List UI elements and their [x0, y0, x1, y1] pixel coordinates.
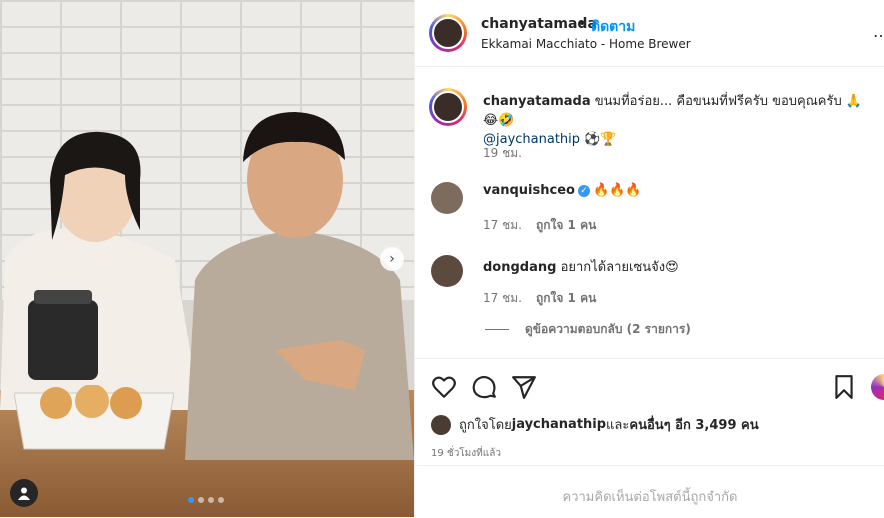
likes-summary[interactable]: ถูกใจโดย jaychanathip และ คนอื่นๆ อีก 3,… — [431, 414, 759, 435]
view-replies-button[interactable]: ดูข้อความตอบกลับ (2 รายการ) — [485, 320, 691, 339]
caption-avatar[interactable] — [429, 88, 467, 126]
caption-username[interactable]: chanyatamada — [483, 94, 591, 109]
heart-icon[interactable] — [431, 374, 457, 400]
more-options-icon[interactable]: … — [873, 22, 884, 41]
post-side-panel: chanyatamada • ติดตาม Ekkamai Macchiato … — [414, 0, 884, 517]
comment-restricted-footer: ความคิดเห็นต่อโพสต์นี้ถูกจำกัด — [415, 465, 884, 518]
likes-prefix: ถูกใจโดย — [459, 418, 512, 433]
post-photo[interactable]: › — [0, 0, 414, 517]
post-location[interactable]: Ekkamai Macchiato - Home Brewer — [481, 37, 691, 51]
pastry-tray — [14, 385, 174, 450]
post-caption: chanyatamada ขนมที่อร่อย... คือขนมที่ฟรี… — [483, 92, 873, 149]
replies-divider — [485, 329, 509, 330]
header-separator: • — [578, 16, 587, 32]
chevron-right-icon[interactable]: › — [380, 247, 404, 271]
comment-time[interactable]: 17 ชม. — [483, 218, 522, 232]
woman-figure — [0, 131, 200, 410]
carousel-dot — [188, 497, 194, 503]
comment-time[interactable]: 17 ชม. — [483, 291, 522, 305]
bookmark-icon[interactable] — [831, 374, 857, 400]
view-replies-label: ดูข้อความตอบกลับ (2 รายการ) — [525, 322, 691, 336]
post-header: chanyatamada • ติดตาม Ekkamai Macchiato … — [415, 0, 884, 67]
likes-middle: และ — [606, 418, 630, 433]
user-tag-icon[interactable] — [10, 479, 38, 507]
carousel-dot — [198, 497, 204, 503]
author-avatar[interactable] — [429, 14, 467, 52]
comment-likes[interactable]: ถูกใจ 1 คน — [536, 218, 596, 232]
comment-avatar[interactable] — [431, 255, 463, 287]
comment-restricted-notice: ความคิดเห็นต่อโพสต์นี้ถูกจำกัด — [562, 490, 738, 505]
comment-text: 🔥🔥🔥 — [592, 183, 642, 198]
likes-others[interactable]: คนอื่นๆ อีก 3,499 คน — [629, 414, 758, 435]
comment-meta: 17 ชม. ถูกใจ 1 คน — [483, 289, 596, 308]
comment-item: vanquishceo ✓ 🔥🔥🔥 — [483, 183, 642, 198]
comment-avatar[interactable] — [431, 182, 463, 214]
comment-text: อยากได้ลายเซนจัง😍 — [556, 260, 679, 275]
caption-emoji: ⚽🏆 — [580, 132, 617, 147]
comment-likes[interactable]: ถูกใจ 1 คน — [536, 291, 596, 305]
carousel-dot — [218, 497, 224, 503]
carousel-indicator — [188, 497, 224, 503]
caption-time[interactable]: 19 ชม. — [483, 144, 522, 163]
story-ring-icon[interactable] — [871, 374, 884, 400]
comment-icon[interactable] — [471, 374, 497, 400]
liker-avatar — [431, 414, 451, 435]
man-figure — [185, 112, 414, 460]
likes-user[interactable]: jaychanathip — [512, 417, 606, 432]
comment-meta: 17 ชม. ถูกใจ 1 คน — [483, 216, 596, 235]
carousel-dot — [208, 497, 214, 503]
follow-button[interactable]: ติดตาม — [591, 16, 635, 38]
comment-item: dongdang อยากได้ลายเซนจัง😍 — [483, 256, 679, 277]
comment-username[interactable]: vanquishceo — [483, 183, 575, 198]
comment-username[interactable]: dongdang — [483, 260, 556, 275]
action-bar — [415, 358, 884, 415]
send-icon[interactable] — [511, 374, 537, 400]
post-timestamp[interactable]: 19 ชั่วโมงที่แล้ว — [431, 446, 501, 461]
verified-badge-icon: ✓ — [577, 184, 590, 197]
